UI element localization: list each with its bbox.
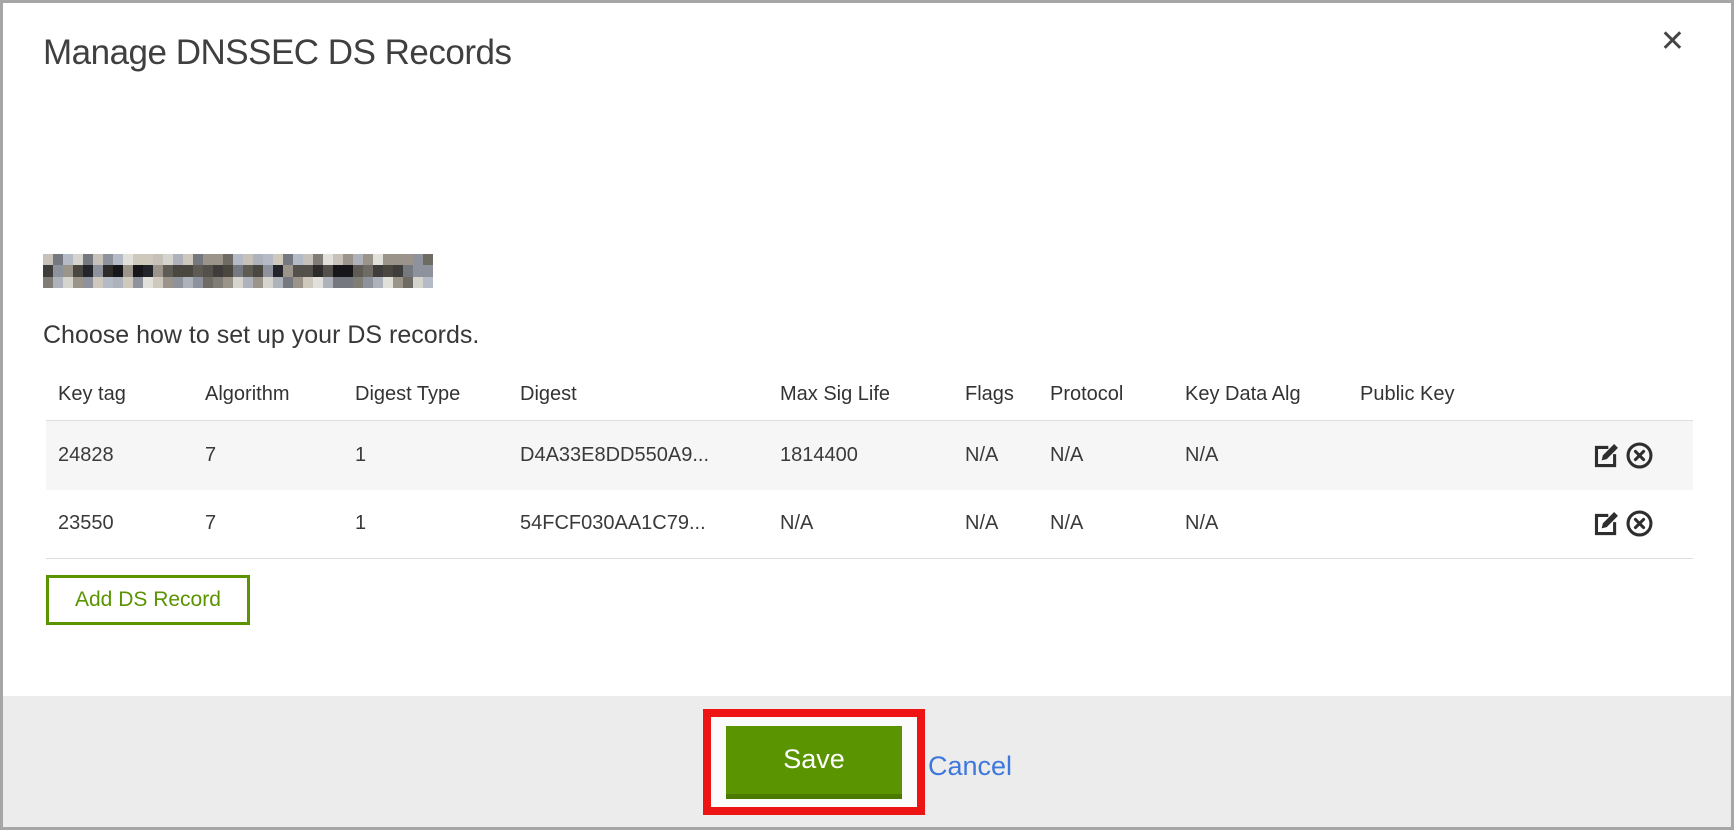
cell-digest-type: 1 (343, 490, 508, 559)
cell-public-key (1348, 421, 1578, 490)
page-title: Manage DNSSEC DS Records (43, 33, 511, 73)
cell-protocol: N/A (1038, 490, 1173, 559)
cell-flags: N/A (953, 421, 1038, 490)
add-ds-record-button[interactable]: Add DS Record (46, 575, 250, 625)
table-row: 24828 7 1 D4A33E8DD550A9... 1814400 N/A … (46, 421, 1693, 490)
column-header-key-data-alg: Key Data Alg (1173, 369, 1348, 421)
close-icon[interactable]: ✕ (1660, 27, 1685, 57)
cell-max-sig-life: N/A (768, 490, 953, 559)
column-header-flags: Flags (953, 369, 1038, 421)
annotation-highlight-box: Save (703, 709, 925, 815)
cell-digest: D4A33E8DD550A9... (508, 421, 768, 490)
remove-icon[interactable] (1624, 440, 1655, 471)
remove-icon[interactable] (1624, 508, 1655, 539)
cell-actions (1578, 490, 1693, 559)
cell-flags: N/A (953, 490, 1038, 559)
column-header-public-key: Public Key (1348, 369, 1578, 421)
instruction-text: Choose how to set up your DS records. (43, 321, 479, 350)
ds-records-table: Key tag Algorithm Digest Type Digest Max… (46, 369, 1693, 559)
cancel-link[interactable]: Cancel (928, 751, 1012, 782)
cell-public-key (1348, 490, 1578, 559)
column-header-algorithm: Algorithm (193, 369, 343, 421)
edit-icon[interactable] (1591, 508, 1622, 539)
cell-algorithm: 7 (193, 421, 343, 490)
column-header-protocol: Protocol (1038, 369, 1173, 421)
table-row: 23550 7 1 54FCF030AA1C79... N/A N/A N/A … (46, 490, 1693, 559)
cell-digest: 54FCF030AA1C79... (508, 490, 768, 559)
column-header-max-sig-life: Max Sig Life (768, 369, 953, 421)
cell-protocol: N/A (1038, 421, 1173, 490)
cell-key-tag: 24828 (46, 421, 193, 490)
column-header-digest: Digest (508, 369, 768, 421)
column-header-actions (1578, 369, 1693, 421)
edit-icon[interactable] (1591, 440, 1622, 471)
domain-name-redacted (43, 254, 433, 288)
cell-key-data-alg: N/A (1173, 421, 1348, 490)
table-header-row: Key tag Algorithm Digest Type Digest Max… (46, 369, 1693, 421)
cell-actions (1578, 421, 1693, 490)
column-header-digest-type: Digest Type (343, 369, 508, 421)
cell-key-data-alg: N/A (1173, 490, 1348, 559)
cell-max-sig-life: 1814400 (768, 421, 953, 490)
cell-digest-type: 1 (343, 421, 508, 490)
cell-key-tag: 23550 (46, 490, 193, 559)
cell-algorithm: 7 (193, 490, 343, 559)
dnssec-modal: Manage DNSSEC DS Records ✕ Choose how to… (0, 0, 1734, 830)
save-button[interactable]: Save (726, 726, 902, 799)
column-header-key-tag: Key tag (46, 369, 193, 421)
